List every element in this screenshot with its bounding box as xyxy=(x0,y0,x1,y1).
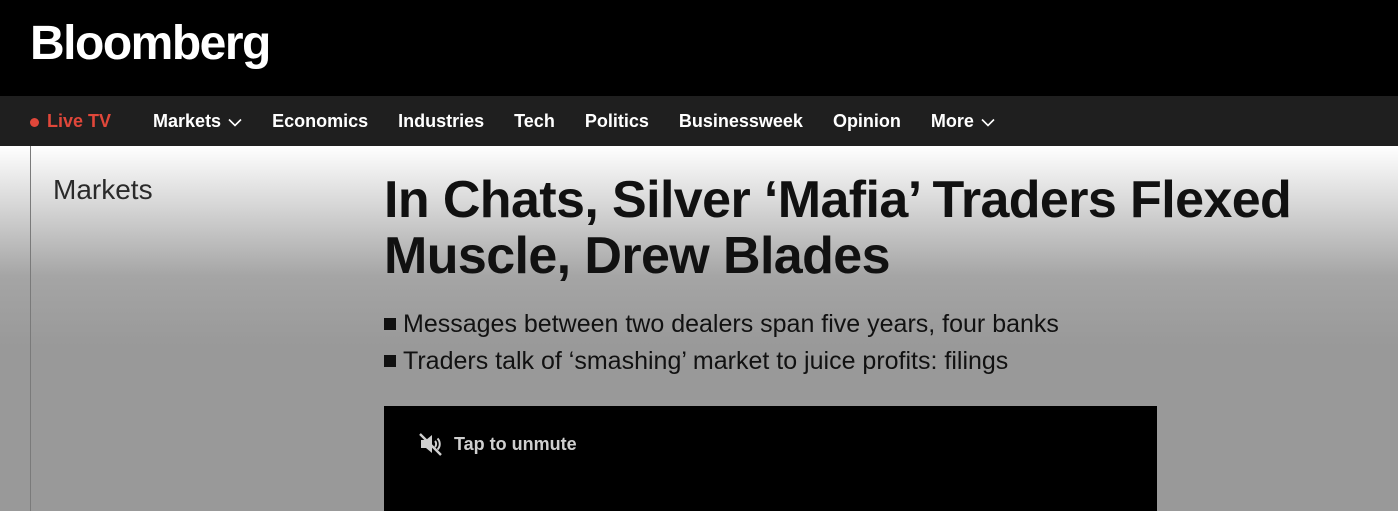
muted-speaker-icon xyxy=(419,433,442,456)
article-abstract: Messages between two dealers span five y… xyxy=(384,306,1059,380)
tap-to-unmute-label: Tap to unmute xyxy=(454,433,577,454)
bullet-square-icon xyxy=(384,317,396,330)
nav-live-tv[interactable]: Live TV xyxy=(30,111,111,132)
nav-businessweek[interactable]: Businessweek xyxy=(679,111,803,132)
nav-opinion-label: Opinion xyxy=(832,110,901,131)
abstract-item-text: Traders talk of ‘smashing’ market to jui… xyxy=(403,347,1009,375)
video-player[interactable]: Tap to unmute xyxy=(384,406,1157,511)
nav-opinion[interactable]: Opinion xyxy=(833,111,901,132)
top-header: Bloomberg xyxy=(0,0,1398,96)
main-nav: Live TV Markets Economics Industries Tec… xyxy=(0,96,1398,146)
article-area: Markets In Chats, Silver ‘Mafia’ Traders… xyxy=(0,146,1398,511)
nav-economics[interactable]: Economics xyxy=(272,111,368,132)
nav-more[interactable]: More xyxy=(931,111,995,132)
nav-businessweek-label: Businessweek xyxy=(678,110,803,131)
article-headline: In Chats, Silver ‘Mafia’ Traders Flexed … xyxy=(384,171,1292,285)
nav-industries[interactable]: Industries xyxy=(398,111,484,132)
nav-markets-label: Markets xyxy=(153,110,222,131)
abstract-item: Messages between two dealers span five y… xyxy=(384,306,1059,343)
nav-tech[interactable]: Tech xyxy=(514,111,555,132)
abstract-item: Traders talk of ‘smashing’ market to jui… xyxy=(384,343,1059,380)
tap-to-unmute-button[interactable]: Tap to unmute xyxy=(418,432,577,456)
content-divider xyxy=(30,146,31,511)
abstract-item-text: Messages between two dealers span five y… xyxy=(403,310,1059,338)
nav-live-tv-label: Live TV xyxy=(47,110,112,131)
nav-economics-label: Economics xyxy=(272,110,369,131)
bloomberg-logo[interactable]: Bloomberg xyxy=(30,14,271,74)
nav-tech-label: Tech xyxy=(514,110,555,131)
nav-industries-label: Industries xyxy=(398,110,485,131)
nav-markets[interactable]: Markets xyxy=(153,111,242,132)
live-dot-icon xyxy=(30,117,39,127)
bullet-square-icon xyxy=(384,354,396,367)
nav-politics[interactable]: Politics xyxy=(585,111,649,132)
chevron-down-icon xyxy=(981,118,995,127)
chevron-down-icon xyxy=(228,118,242,127)
nav-politics-label: Politics xyxy=(584,110,649,131)
nav-more-label: More xyxy=(930,110,974,131)
section-label[interactable]: Markets xyxy=(53,174,153,206)
